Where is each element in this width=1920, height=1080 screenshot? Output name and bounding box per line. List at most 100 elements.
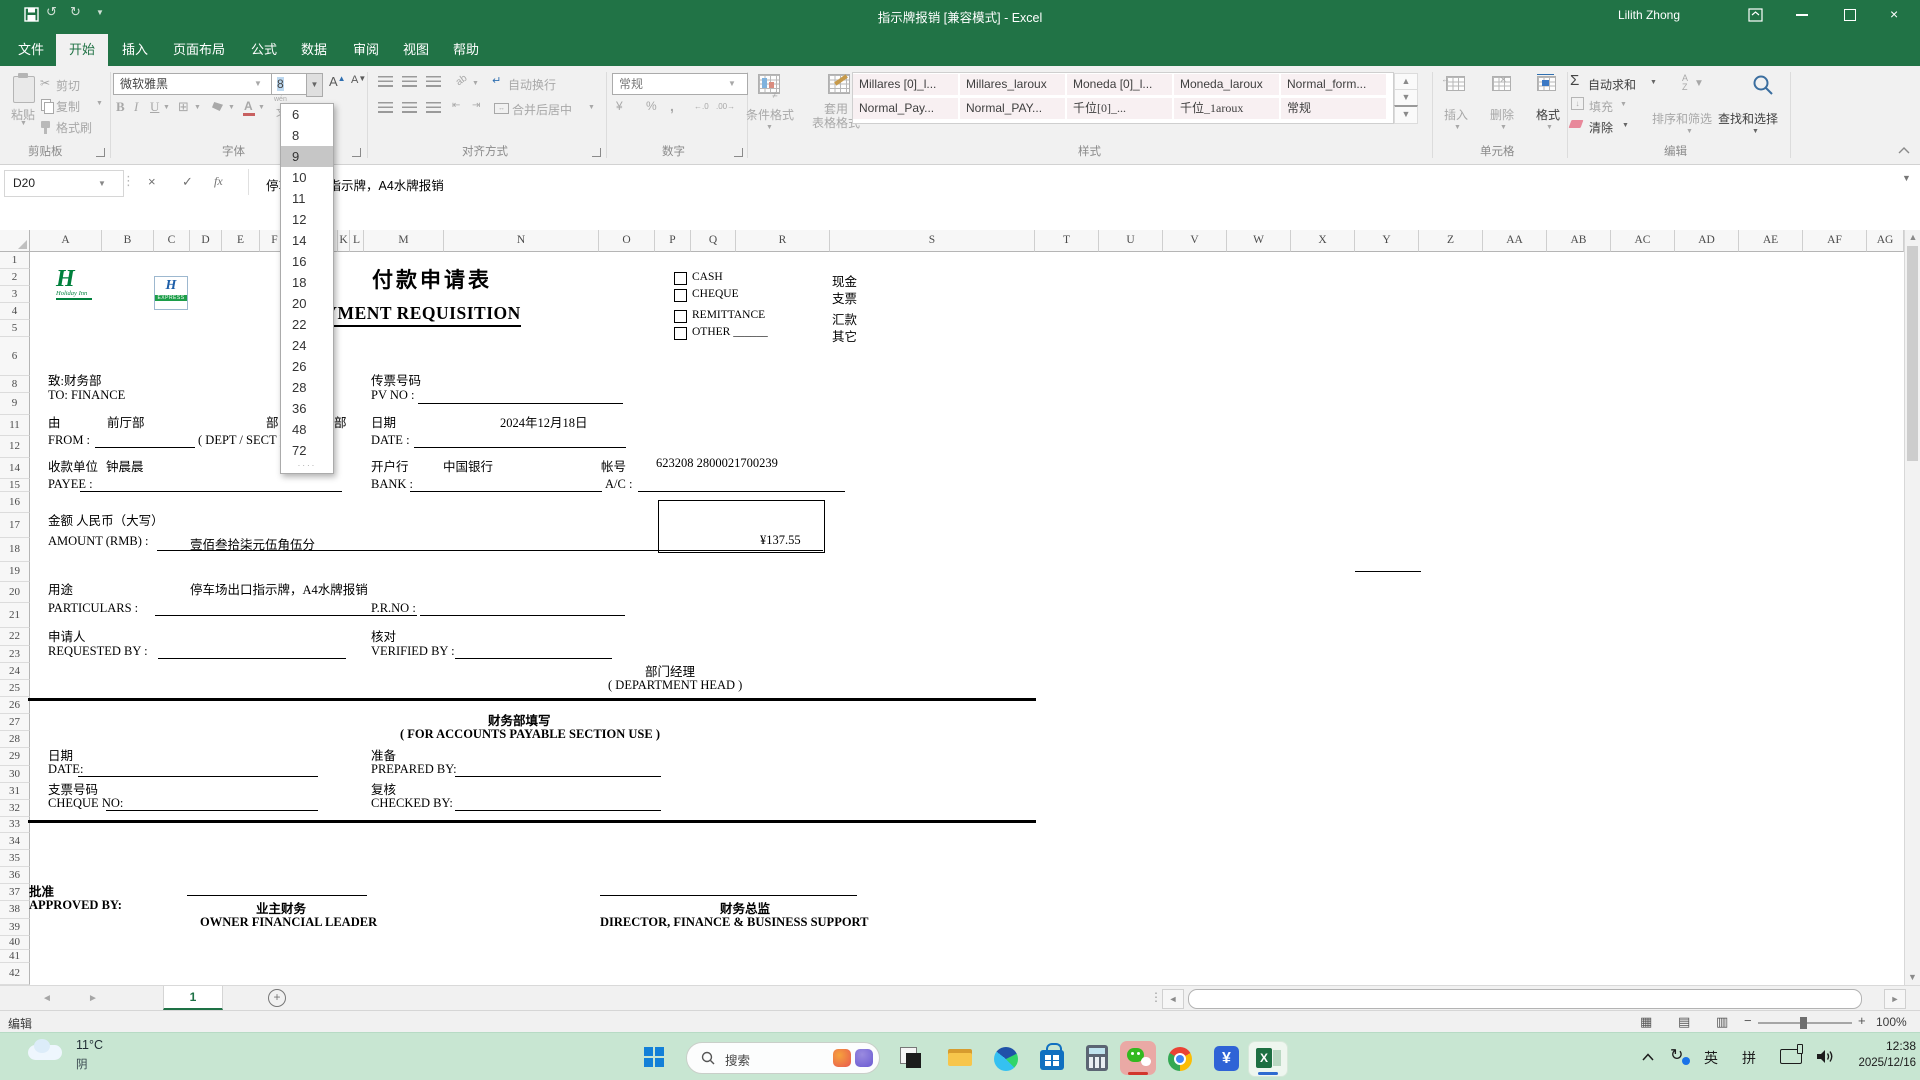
merge-center-arrow-icon[interactable]: ▼: [588, 104, 595, 111]
search-highlight-icon-2[interactable]: [855, 1049, 873, 1067]
style-chip[interactable]: Moneda_laroux: [1174, 74, 1279, 95]
format-cells-arrow[interactable]: ▼: [1546, 124, 1553, 131]
underline-arrow-icon[interactable]: ▼: [163, 104, 170, 111]
font-size-option-26[interactable]: 26: [281, 356, 333, 377]
wrap-text-icon[interactable]: ↵: [492, 74, 501, 87]
row-header-32[interactable]: 32: [0, 800, 30, 817]
style-chip[interactable]: Normal_form...: [1281, 74, 1386, 95]
row-header-2[interactable]: 2: [0, 269, 30, 286]
borders-arrow-icon[interactable]: ▼: [194, 104, 201, 111]
merge-center-icon[interactable]: ↔: [494, 103, 509, 114]
checkbox-other[interactable]: [674, 327, 687, 340]
font-size-option-36[interactable]: 36: [281, 398, 333, 419]
style-chip[interactable]: Normal_Pay...: [853, 98, 958, 119]
tab-帮助[interactable]: 帮助: [442, 34, 490, 66]
row-header-27[interactable]: 27: [0, 714, 30, 731]
column-header-D[interactable]: D: [190, 230, 222, 252]
tray-chevron-icon[interactable]: [1642, 1053, 1654, 1061]
conditional-formatting-arrow[interactable]: ▼: [766, 124, 773, 131]
align-center-icon[interactable]: [402, 102, 417, 113]
borders-icon[interactable]: ⊞: [178, 99, 189, 115]
style-chip[interactable]: Moneda [0]_l...: [1067, 74, 1172, 95]
styles-scroll-up-icon[interactable]: ▲: [1394, 73, 1418, 90]
name-box[interactable]: D20: [4, 170, 124, 197]
autosum-button[interactable]: 自动求和: [1588, 76, 1636, 93]
cancel-entry-icon[interactable]: ×: [148, 174, 156, 189]
font-dialog-launcher-icon[interactable]: [352, 148, 361, 157]
font-size-option-11[interactable]: 11: [281, 188, 333, 209]
row-header-21[interactable]: 21: [0, 603, 30, 628]
italic-icon[interactable]: I: [134, 99, 138, 115]
autosum-icon[interactable]: Σ: [1570, 72, 1579, 89]
font-color-icon[interactable]: A: [244, 99, 253, 113]
search-highlight-icon-1[interactable]: [833, 1049, 851, 1067]
row-header-22[interactable]: 22: [0, 628, 30, 646]
font-size-option-10[interactable]: 10: [281, 167, 333, 188]
column-header-C[interactable]: C: [154, 230, 190, 252]
row-header-30[interactable]: 30: [0, 766, 30, 783]
clear-button[interactable]: 清除: [1589, 119, 1613, 136]
increase-decimal-icon[interactable]: ←.0: [694, 102, 709, 111]
insert-cells-arrow[interactable]: ▼: [1454, 124, 1461, 131]
vertical-scroll-thumb[interactable]: [1907, 246, 1918, 461]
insert-cells-button[interactable]: 插入: [1444, 106, 1468, 123]
column-header-AA[interactable]: AA: [1483, 230, 1547, 252]
name-box-arrow-icon[interactable]: ▼: [98, 179, 106, 188]
align-top-icon[interactable]: [378, 76, 393, 87]
font-size-option-18[interactable]: 18: [281, 272, 333, 293]
row-header-23[interactable]: 23: [0, 646, 30, 663]
font-size-option-28[interactable]: 28: [281, 377, 333, 398]
row-header-11[interactable]: 11: [0, 415, 30, 436]
zoom-out-icon[interactable]: −: [1744, 1013, 1752, 1028]
orientation-icon[interactable]: ab: [454, 73, 469, 88]
row-header-37[interactable]: 37: [0, 884, 30, 901]
input-lang-pinyin[interactable]: 拼: [1742, 1048, 1756, 1068]
zoom-in-icon[interactable]: +: [1858, 1013, 1866, 1028]
hscroll-right-icon[interactable]: ►: [1884, 989, 1906, 1009]
font-size-option-24[interactable]: 24: [281, 335, 333, 356]
autosum-arrow[interactable]: ▼: [1650, 79, 1657, 86]
row-header-34[interactable]: 34: [0, 833, 30, 850]
style-chip[interactable]: 常规: [1281, 98, 1386, 119]
row-header-5[interactable]: 5: [0, 320, 30, 337]
row-header-20[interactable]: 20: [0, 582, 30, 603]
tab-数据[interactable]: 数据: [290, 34, 338, 66]
row-header-12[interactable]: 12: [0, 436, 30, 458]
checkbox-cheque[interactable]: [674, 289, 687, 302]
column-header-X[interactable]: X: [1291, 230, 1355, 252]
style-chip[interactable]: Millares_laroux: [960, 74, 1065, 95]
column-header-B[interactable]: B: [102, 230, 154, 252]
column-header-L[interactable]: L: [350, 230, 364, 252]
copy-dropdown-arrow[interactable]: ▼: [96, 100, 103, 107]
sheet-prev-icon[interactable]: ◄: [42, 993, 52, 1004]
vertical-scrollbar[interactable]: ▲ ▼: [1904, 230, 1920, 985]
fill-icon[interactable]: ↓: [1571, 97, 1584, 110]
new-sheet-icon[interactable]: +: [268, 989, 286, 1007]
column-header-U[interactable]: U: [1099, 230, 1163, 252]
cut-icon[interactable]: ✂: [40, 76, 50, 90]
weather-temp[interactable]: 11°C: [76, 1038, 103, 1052]
increase-font-icon[interactable]: A▲: [329, 74, 346, 89]
page-break-view-icon[interactable]: ▥: [1716, 1014, 1728, 1030]
column-header-N[interactable]: N: [444, 230, 599, 252]
font-size-option-12[interactable]: 12: [281, 209, 333, 230]
row-header-17[interactable]: 17: [0, 513, 30, 538]
start-button[interactable]: [644, 1047, 666, 1069]
wechat-icon[interactable]: [1120, 1041, 1156, 1075]
column-header-AE[interactable]: AE: [1739, 230, 1803, 252]
weather-condition[interactable]: 阴: [76, 1056, 88, 1072]
tab-开始[interactable]: 开始: [56, 34, 108, 66]
alignment-dialog-launcher-icon[interactable]: [592, 148, 601, 157]
font-size-option-48[interactable]: 48: [281, 419, 333, 440]
font-size-option-72[interactable]: 72: [281, 440, 333, 461]
column-header-P[interactable]: P: [655, 230, 691, 252]
column-header-AD[interactable]: AD: [1675, 230, 1739, 252]
tab-插入[interactable]: 插入: [112, 34, 158, 66]
column-header-V[interactable]: V: [1163, 230, 1227, 252]
row-header-14[interactable]: 14: [0, 458, 30, 479]
user-name[interactable]: Lilith Zhong: [1618, 8, 1680, 22]
column-header-AB[interactable]: AB: [1547, 230, 1611, 252]
delete-cells-button[interactable]: 删除: [1490, 106, 1514, 123]
select-all-corner[interactable]: [0, 230, 30, 252]
number-dialog-launcher-icon[interactable]: [734, 148, 743, 157]
